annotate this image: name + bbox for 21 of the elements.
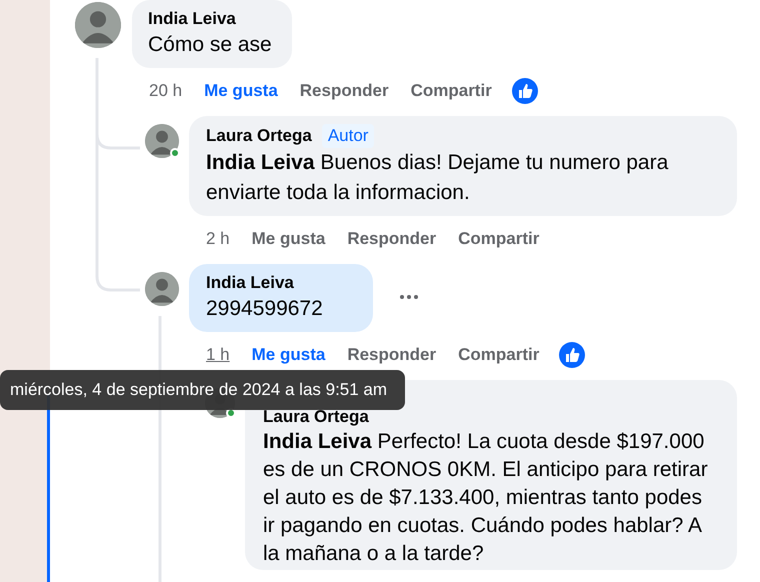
timestamp-link[interactable]: 1 h	[206, 345, 230, 365]
comment-text: 2994599672	[206, 296, 323, 322]
timestamp-link[interactable]: 2 h	[206, 229, 230, 249]
author-name[interactable]: India Leiva	[148, 8, 236, 30]
reply-link[interactable]: Responder	[300, 81, 389, 101]
author-badge: Autor	[322, 124, 374, 148]
reply-link[interactable]: Responder	[347, 229, 436, 249]
reply-link[interactable]: Responder	[347, 345, 436, 365]
comment-text: India Leiva Perfecto! La cuota desde $197.000 es de un CRONOS 0KM. El anticipo para retirar el auto es de $7.133.400, mientras tanto podes ir pagando en cuotas. Cuándo podes hablar? A la mañana o a la tarde?	[263, 429, 709, 567]
comment-text: India Leiva Buenos dias! Dejame tu numero para enviarte toda la informacion.	[206, 150, 670, 206]
like-link[interactable]: Me gusta	[204, 81, 278, 101]
like-link[interactable]: Me gusta	[252, 229, 326, 249]
share-link[interactable]: Compartir	[458, 229, 540, 249]
like-link[interactable]: Me gusta	[252, 345, 326, 365]
author-name[interactable]: India Leiva	[206, 272, 294, 294]
comment-text: Cómo se ase	[148, 32, 272, 58]
share-link[interactable]: Compartir	[458, 345, 540, 365]
timestamp-link[interactable]: 20 h	[149, 81, 182, 101]
share-link[interactable]: Compartir	[410, 81, 492, 101]
author-name[interactable]: Laura Ortega	[206, 125, 312, 147]
date-tooltip: miércoles, 4 de septiembre de 2024 a las 9:51 am	[0, 370, 406, 410]
